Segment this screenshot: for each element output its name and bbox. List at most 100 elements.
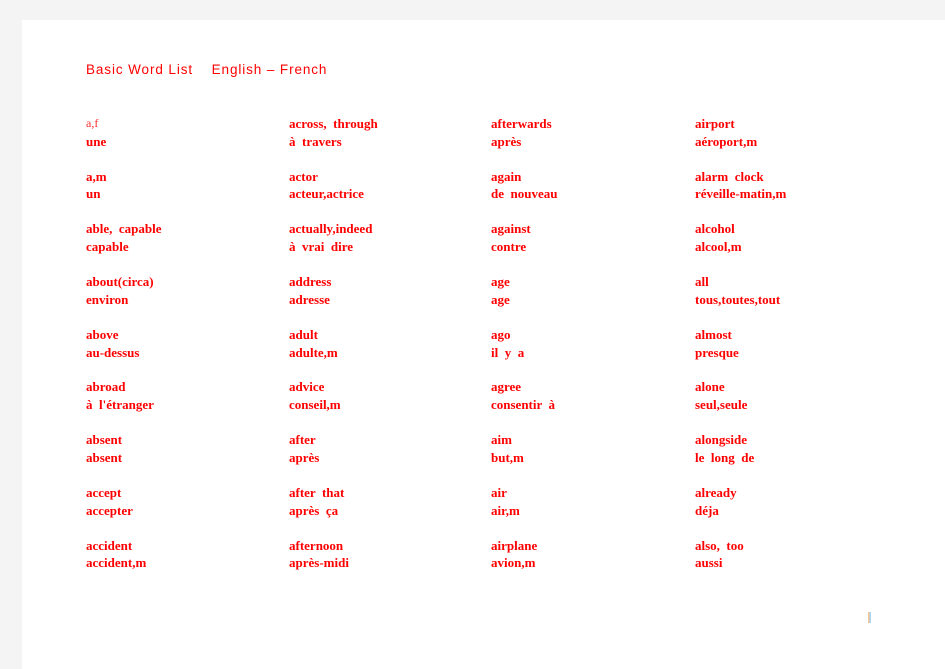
word-entry: all tous,toutes,tout	[695, 273, 895, 326]
french-term: alcool,m	[695, 239, 742, 255]
word-entry: ago il y a	[491, 326, 691, 379]
french-term: presque	[695, 344, 739, 360]
french-term: age	[491, 291, 510, 307]
document-page: Basic Word List English – French a,f une a…	[22, 20, 945, 669]
word-entry: accept accepter	[86, 484, 286, 537]
french-term: à travers	[289, 133, 342, 149]
word-column-0: a,f une a,m un able, capable capable about(cir…	[86, 115, 286, 589]
french-term: tous,toutes,tout	[695, 291, 781, 307]
english-term: all	[695, 274, 709, 290]
word-entry: alcohol alcool,m	[695, 220, 895, 273]
french-term: aéroport,m	[695, 133, 758, 149]
word-entry: again de nouveau	[491, 168, 691, 221]
french-term: conseil,m	[289, 397, 341, 413]
word-column-2: afterwards après again de nouveau against con…	[491, 115, 691, 589]
english-term: already	[695, 484, 737, 500]
word-entry: air air,m	[491, 484, 691, 537]
word-entry: actor acteur,actrice	[289, 168, 489, 221]
word-entry: a,f une	[86, 115, 286, 168]
word-entry: alone seul,seule	[695, 378, 895, 431]
french-term: capable	[86, 239, 129, 255]
french-term: à vrai dire	[289, 239, 354, 255]
english-term: alcohol	[695, 221, 735, 237]
english-term: aim	[491, 432, 512, 448]
english-term: alone	[695, 379, 725, 395]
french-term: de nouveau	[491, 186, 558, 202]
word-entry: after après	[289, 431, 489, 484]
english-term: abroad	[86, 379, 126, 395]
word-entry: a,m un	[86, 168, 286, 221]
french-term: contre	[491, 239, 527, 255]
french-term: après	[289, 449, 320, 465]
french-term: réveille-matin,m	[695, 186, 787, 202]
english-term: afterwards	[491, 116, 552, 131]
english-term: advice	[289, 379, 325, 395]
french-term: consentir à	[491, 397, 556, 413]
french-term: après-midi	[289, 555, 349, 571]
french-term: après	[491, 133, 522, 149]
english-term: able, capable	[86, 221, 162, 237]
word-entry: agree consentir à	[491, 378, 691, 431]
french-term: aussi	[695, 555, 723, 571]
word-entry: address adresse	[289, 273, 489, 326]
word-entry: alarm clock réveille-matin,m	[695, 168, 895, 221]
english-term: also, too	[695, 537, 744, 553]
english-term: actor	[289, 168, 318, 184]
french-term: adresse	[289, 291, 330, 307]
word-entry: already déja	[695, 484, 895, 537]
english-term: airplane	[491, 537, 538, 553]
french-term: seul,seule	[695, 397, 748, 413]
french-term: un	[86, 186, 101, 202]
english-term: above	[86, 326, 119, 342]
french-term: environ	[86, 291, 129, 307]
word-entry: advice conseil,m	[289, 378, 489, 431]
english-term: alarm clock	[695, 168, 764, 184]
word-column-1: across, through à travers actor acteur,actr…	[289, 115, 489, 589]
english-term: air	[491, 484, 507, 500]
word-entry: alongside le long de	[695, 431, 895, 484]
page-corner-mark	[868, 612, 871, 623]
english-term: after that	[289, 484, 345, 500]
word-entry: abroad à l'étranger	[86, 378, 286, 431]
french-term: accepter	[86, 502, 133, 518]
english-term: a,f	[86, 116, 99, 130]
english-term: address	[289, 274, 332, 290]
word-entry: absent absent	[86, 431, 286, 484]
french-term: absent	[86, 449, 123, 465]
english-term: again	[491, 168, 522, 184]
word-entry: also, too aussi	[695, 537, 895, 590]
french-term: but,m	[491, 449, 524, 465]
french-term: accident,m	[86, 555, 147, 571]
word-entry: afternoon après-midi	[289, 537, 489, 590]
english-term: agree	[491, 379, 522, 395]
word-entry: above au-dessus	[86, 326, 286, 379]
english-term: ago	[491, 326, 511, 342]
english-term: alongside	[695, 432, 748, 448]
word-entry: able, capable capable	[86, 220, 286, 273]
english-term: about(circa)	[86, 274, 154, 290]
english-term: adult	[289, 326, 318, 342]
english-term: a,m	[86, 168, 107, 184]
word-entry: against contre	[491, 220, 691, 273]
english-term: almost	[695, 326, 732, 342]
french-term: avion,m	[491, 555, 536, 571]
word-entry: age age	[491, 273, 691, 326]
french-term: une	[86, 133, 107, 149]
english-term: after	[289, 432, 316, 448]
french-term: au-dessus	[86, 344, 140, 360]
french-term: air,m	[491, 502, 520, 518]
word-entry: aim but,m	[491, 431, 691, 484]
english-term: accept	[86, 484, 122, 500]
english-term: absent	[86, 432, 123, 448]
word-entry: airport aéroport,m	[695, 115, 895, 168]
english-term: across, through	[289, 116, 378, 131]
french-term: adulte,m	[289, 344, 338, 360]
french-term: acteur,actrice	[289, 186, 364, 202]
word-entry: across, through à travers	[289, 115, 489, 168]
word-entry: about(circa) environ	[86, 273, 286, 326]
word-entry: accident accident,m	[86, 537, 286, 590]
french-term: après ça	[289, 502, 339, 518]
english-term: age	[491, 274, 510, 290]
english-term: airport	[695, 116, 735, 131]
word-entry: after that après ça	[289, 484, 489, 537]
